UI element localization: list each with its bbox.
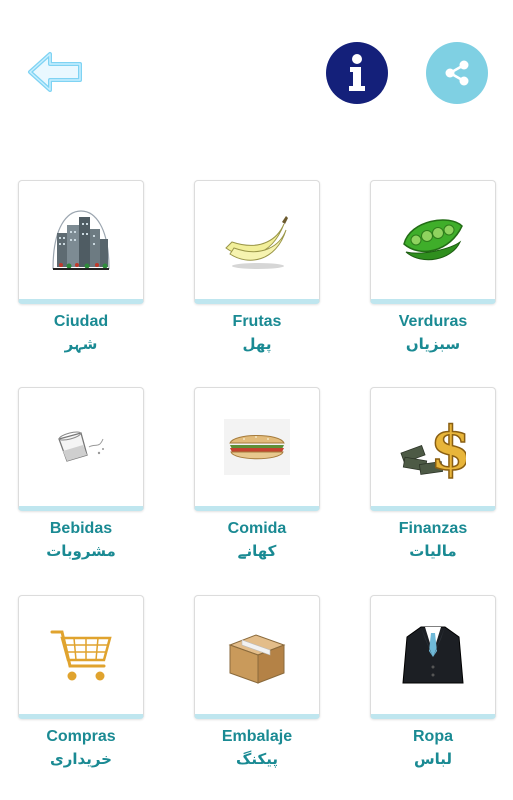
svg-text:$: $ (430, 415, 466, 479)
category-tile-embalaje[interactable]: Embalaje پیکنگ (194, 595, 320, 775)
back-arrow-icon (28, 52, 82, 92)
category-card[interactable] (194, 180, 320, 304)
category-name: Bebidas (49, 520, 113, 537)
info-button[interactable] (326, 42, 388, 104)
info-icon (349, 54, 365, 91)
category-name: Embalaje (221, 728, 293, 745)
category-card[interactable]: $ (370, 387, 496, 511)
drink-glass-icon (58, 431, 104, 462)
category-card[interactable] (18, 595, 144, 719)
category-card[interactable] (194, 387, 320, 511)
category-card[interactable] (370, 180, 496, 304)
category-name-urdu: پھل (242, 335, 272, 353)
suit-icon (402, 626, 464, 684)
category-tile-bebidas[interactable]: Bebidas مشروبات (18, 387, 144, 567)
share-button[interactable] (426, 42, 488, 104)
category-name-urdu: خریداری (50, 750, 112, 768)
shopping-cart-icon (50, 630, 112, 681)
category-name-urdu: کھانے (237, 542, 277, 560)
category-name-urdu: مشروبات (46, 542, 116, 560)
peas-icon (403, 219, 463, 261)
category-name: Ropa (413, 728, 453, 745)
category-card[interactable] (370, 595, 496, 719)
category-card[interactable] (18, 180, 144, 304)
category-tile-verduras[interactable]: Verduras سبزیاں (370, 180, 496, 360)
box-icon (228, 634, 286, 684)
category-tile-ropa[interactable]: Ropa لباس (370, 595, 496, 775)
category-name: Verduras (398, 313, 468, 330)
category-name-urdu: پیکنگ (236, 750, 278, 768)
category-name: Ciudad (53, 313, 109, 330)
category-name-urdu: مالیات (409, 542, 457, 560)
category-card[interactable] (194, 595, 320, 719)
category-name: Frutas (232, 313, 282, 330)
dollar-icon: $ (400, 415, 466, 479)
top-bar (0, 0, 513, 120)
category-name: Compras (46, 728, 116, 745)
category-card[interactable] (18, 387, 144, 511)
category-name-urdu: سبزیاں (405, 335, 461, 353)
category-tile-compras[interactable]: Compras خریداری (18, 595, 144, 775)
banana-icon (225, 216, 288, 269)
category-tile-ciudad[interactable]: Ciudad شہر (18, 180, 144, 360)
category-tile-frutas[interactable]: Frutas پھل (194, 180, 320, 360)
category-name-urdu: شہر (64, 335, 98, 353)
sandwich-icon (224, 419, 290, 475)
category-name: Finanzas (398, 520, 468, 537)
back-button[interactable] (22, 44, 88, 100)
city-icon (52, 210, 110, 270)
category-grid: Ciudad شہر Frutas پھل Verduras سبزیاں Be… (18, 180, 496, 780)
category-name-urdu: لباس (413, 750, 453, 768)
category-tile-comida[interactable]: Comida کھانے (194, 387, 320, 567)
share-icon (445, 60, 469, 86)
category-tile-finanzas[interactable]: $ Finanzas مالیات (370, 387, 496, 567)
category-name: Comida (227, 520, 287, 537)
